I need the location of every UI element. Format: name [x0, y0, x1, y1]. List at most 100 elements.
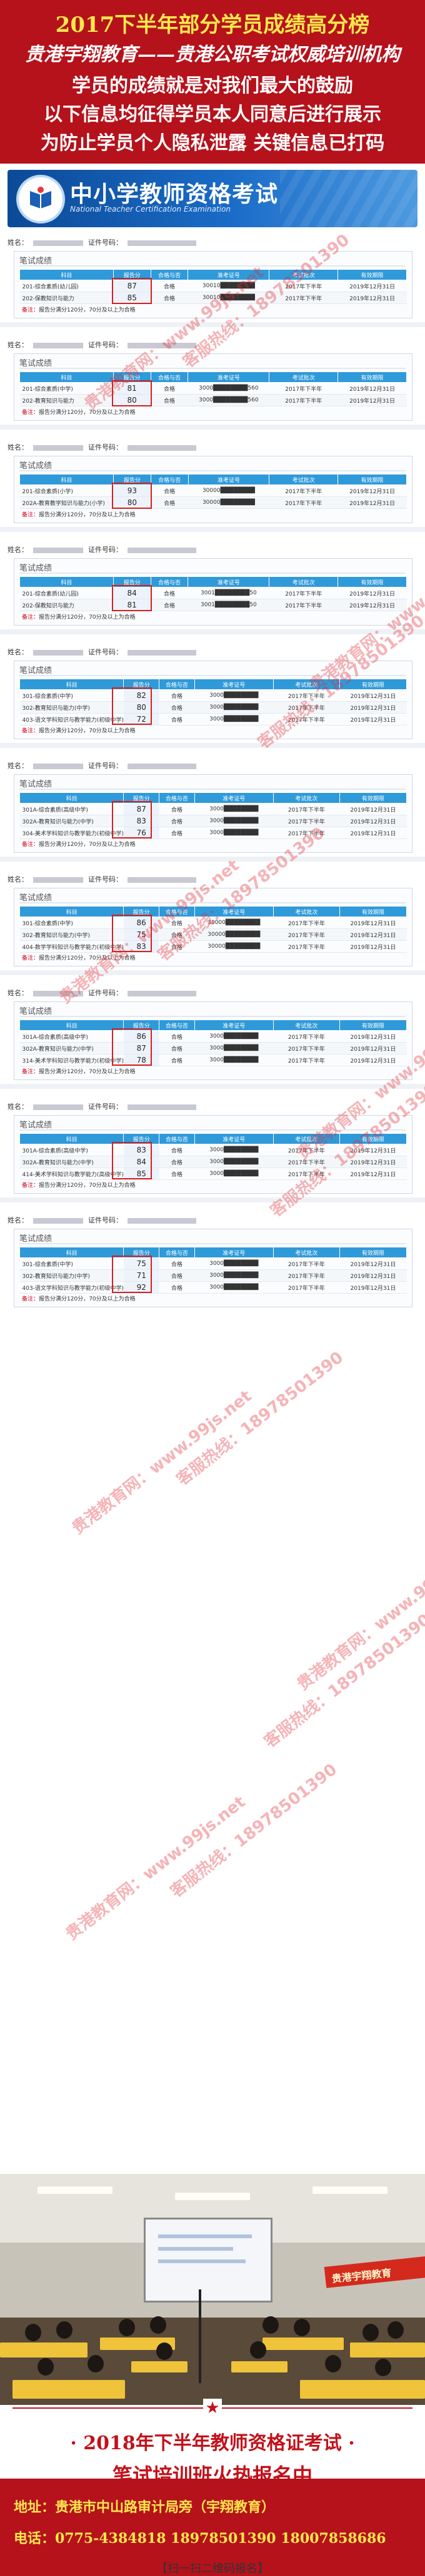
student-desk — [131, 2361, 188, 2372]
name-label: 姓名： — [8, 443, 28, 451]
subject-cell: 302A-教育知识与能力(中学) — [19, 1156, 124, 1168]
column-header: 有效期限 — [339, 906, 408, 917]
candidate-info: 姓名： 证件号码： — [8, 988, 201, 998]
table-row: 302A-教育知识与能力(中学) 87 合格 3000████████ 2017年下半年… — [19, 1042, 407, 1054]
name-label: 姓名： — [8, 341, 28, 349]
score-highlight-box — [112, 380, 152, 406]
record-separator — [0, 857, 425, 862]
student — [362, 2324, 379, 2341]
table-row: 301A-综合素质(高级中学) 87 合格 3000████████ 2017年下半年 2… — [19, 803, 407, 815]
column-header: 科目 — [19, 1247, 124, 1258]
watermark-text: 贵港教育网：www.99js.net — [68, 1387, 256, 1538]
column-header: 准考证号 — [194, 679, 274, 690]
pass-cell: 合格 — [151, 280, 188, 292]
page-subtitle: 贵港宇翔教育——贵港公职考试权威培训机构 — [25, 44, 400, 66]
pass-cell: 合格 — [159, 1257, 195, 1270]
column-header: 有效期限 — [338, 474, 407, 485]
name-label: 姓名： — [8, 762, 28, 770]
ticket-cell: 3000████████ — [194, 1257, 274, 1270]
column-header: 合格与否 — [150, 474, 189, 485]
score-note: 备注：报告分满分120分，70分及以上为合格 — [22, 614, 136, 621]
ticket-cell: 3000████████ — [194, 701, 274, 714]
column-header: 合格与否 — [159, 1020, 195, 1031]
subject-cell: 301-综合素质(中学) — [19, 917, 124, 929]
valid-cell: 2019年12月31日 — [339, 1156, 407, 1168]
exam-logo — [16, 175, 65, 224]
pass-cell: 合格 — [151, 382, 188, 395]
record-separator — [0, 629, 425, 634]
valid-cell: 2019年12月31日 — [339, 701, 407, 714]
footer-headline: · 2018年下半年教师资格证考试 · — [70, 2432, 355, 2454]
card-divider — [19, 1129, 406, 1131]
pass-cell: 合格 — [159, 1168, 195, 1180]
score-note: 备注：报告分满分120分，70分及以上为合格 — [22, 512, 136, 518]
batch-cell: 2017年下半年 — [273, 1042, 340, 1054]
student-desk — [231, 2361, 288, 2372]
batch-cell: 2017年下半年 — [273, 803, 340, 815]
table-row: 302A-教育知识与能力(中学) 84 合格 3000████████ 2017年下半年… — [19, 1156, 407, 1168]
batch-cell: 2017年下半年 — [269, 496, 338, 509]
candidate-info: 姓名： 证件号码： — [8, 874, 201, 884]
column-header: 有效期限 — [339, 792, 408, 804]
valid-cell: 2019年12月31日 — [339, 689, 407, 702]
subject-cell: 301A-综合素质(高级中学) — [19, 1144, 124, 1156]
ticket-cell: 3000████████ — [194, 1030, 274, 1043]
column-header: 有效期限 — [339, 1133, 408, 1144]
valid-cell: 2019年12月31日 — [338, 280, 407, 292]
subject-cell: 301A-综合素质(高级中学) — [19, 1030, 124, 1043]
table-row: 301A-综合素质(高级中学) 83 合格 3000████████ 2017年下半年 2… — [19, 1144, 407, 1156]
table-row: 301-综合素质(中学) 86 合格 30000████████ 2017年下半年 201… — [19, 917, 407, 929]
watermark-text: 贵港教育网：www.99js.net — [62, 1792, 249, 1944]
subject-cell: 302-教育知识与能力(中学) — [19, 1269, 124, 1282]
score-card: 笔试成绩 科目 报告分 合格与否 准考证号 考试批次 有效期限 301-综合素质(中学) 75 合… — [14, 1229, 412, 1307]
table-row: 301-综合素质(中学) 82 合格 3000████████ 2017年下半年 2019… — [19, 689, 407, 702]
ticket-cell: 30000████████ — [194, 940, 274, 953]
valid-cell: 2019年12月31日 — [339, 940, 407, 953]
column-header: 科目 — [19, 679, 124, 690]
batch-cell: 2017年下半年 — [273, 940, 340, 953]
id-label: 证件号码： — [88, 238, 122, 247]
column-header: 准考证号 — [188, 576, 270, 587]
table-row: 202-保教知识与能力 85 合格 30010████████ 2017年下半年 2019… — [19, 292, 407, 304]
score-highlight-box — [112, 1256, 152, 1293]
score-card: 笔试成绩 科目 报告分 合格与否 准考证号 考试批次 有效期限 301-综合素质(中学) 86 合… — [14, 888, 412, 966]
redacted-name — [33, 445, 83, 451]
valid-cell: 2019年12月31日 — [339, 928, 407, 941]
ticket-cell: 30000████████ — [188, 496, 269, 509]
watermark-text: 客服热线：18978501390 — [173, 1348, 347, 1490]
subject-cell: 304-美术学科知识与教学能力(初级中学) — [19, 827, 124, 839]
redacted-id — [128, 342, 196, 348]
redacted-name — [33, 1104, 83, 1110]
valid-cell: 2019年12月31日 — [339, 815, 407, 827]
id-label: 证件号码： — [88, 1103, 122, 1111]
column-header: 考试批次 — [272, 679, 340, 690]
ticket-cell: 3000████████ — [194, 1144, 274, 1156]
subject-cell: 302A-教育知识与能力(中学) — [19, 1042, 124, 1054]
ticket-cell: 3000████████ — [194, 1168, 274, 1180]
table-row: 302A-教育知识与能力(中学) 83 合格 3000████████ 2017年下半年… — [19, 815, 407, 827]
card-divider — [19, 1016, 406, 1017]
candidate-info: 姓名： 证件号码： — [8, 237, 201, 247]
card-divider — [19, 1243, 406, 1244]
score-table: 科目 报告分 合格与否 准考证号 考试批次 有效期限 301A-综合素质(高级中学) 83 合格… — [19, 1133, 408, 1180]
name-label: 姓名： — [8, 875, 28, 883]
id-label: 证件号码： — [88, 989, 122, 997]
column-header: 考试批次 — [272, 792, 340, 804]
column-header: 合格与否 — [159, 1133, 195, 1144]
candidate-info: 姓名： 证件号码： — [8, 760, 201, 770]
pass-cell: 合格 — [151, 292, 188, 304]
valid-cell: 2019年12月31日 — [338, 496, 407, 509]
pass-cell: 合格 — [159, 1030, 195, 1043]
score-table: 科目 报告分 合格与否 准考证号 考试批次 有效期限 201-综合素质(幼儿园) 84 合格 30… — [19, 576, 407, 611]
ticket-cell: 3000████████ — [194, 803, 274, 815]
card-divider — [19, 789, 406, 790]
student — [56, 2321, 72, 2339]
redacted-name — [33, 763, 83, 769]
ticket-cell: 3000████████560 — [188, 382, 269, 395]
name-label: 姓名： — [8, 238, 28, 247]
subject-cell: 301-综合素质(中学) — [19, 689, 124, 702]
valid-cell: 2019年12月31日 — [339, 1030, 407, 1043]
subject-cell: 404-数学学科知识与教学能力(初级中学) — [19, 940, 124, 953]
subject-cell: 201-综合素质(幼儿园) — [19, 280, 114, 292]
valid-cell: 2019年12月31日 — [339, 1257, 407, 1270]
